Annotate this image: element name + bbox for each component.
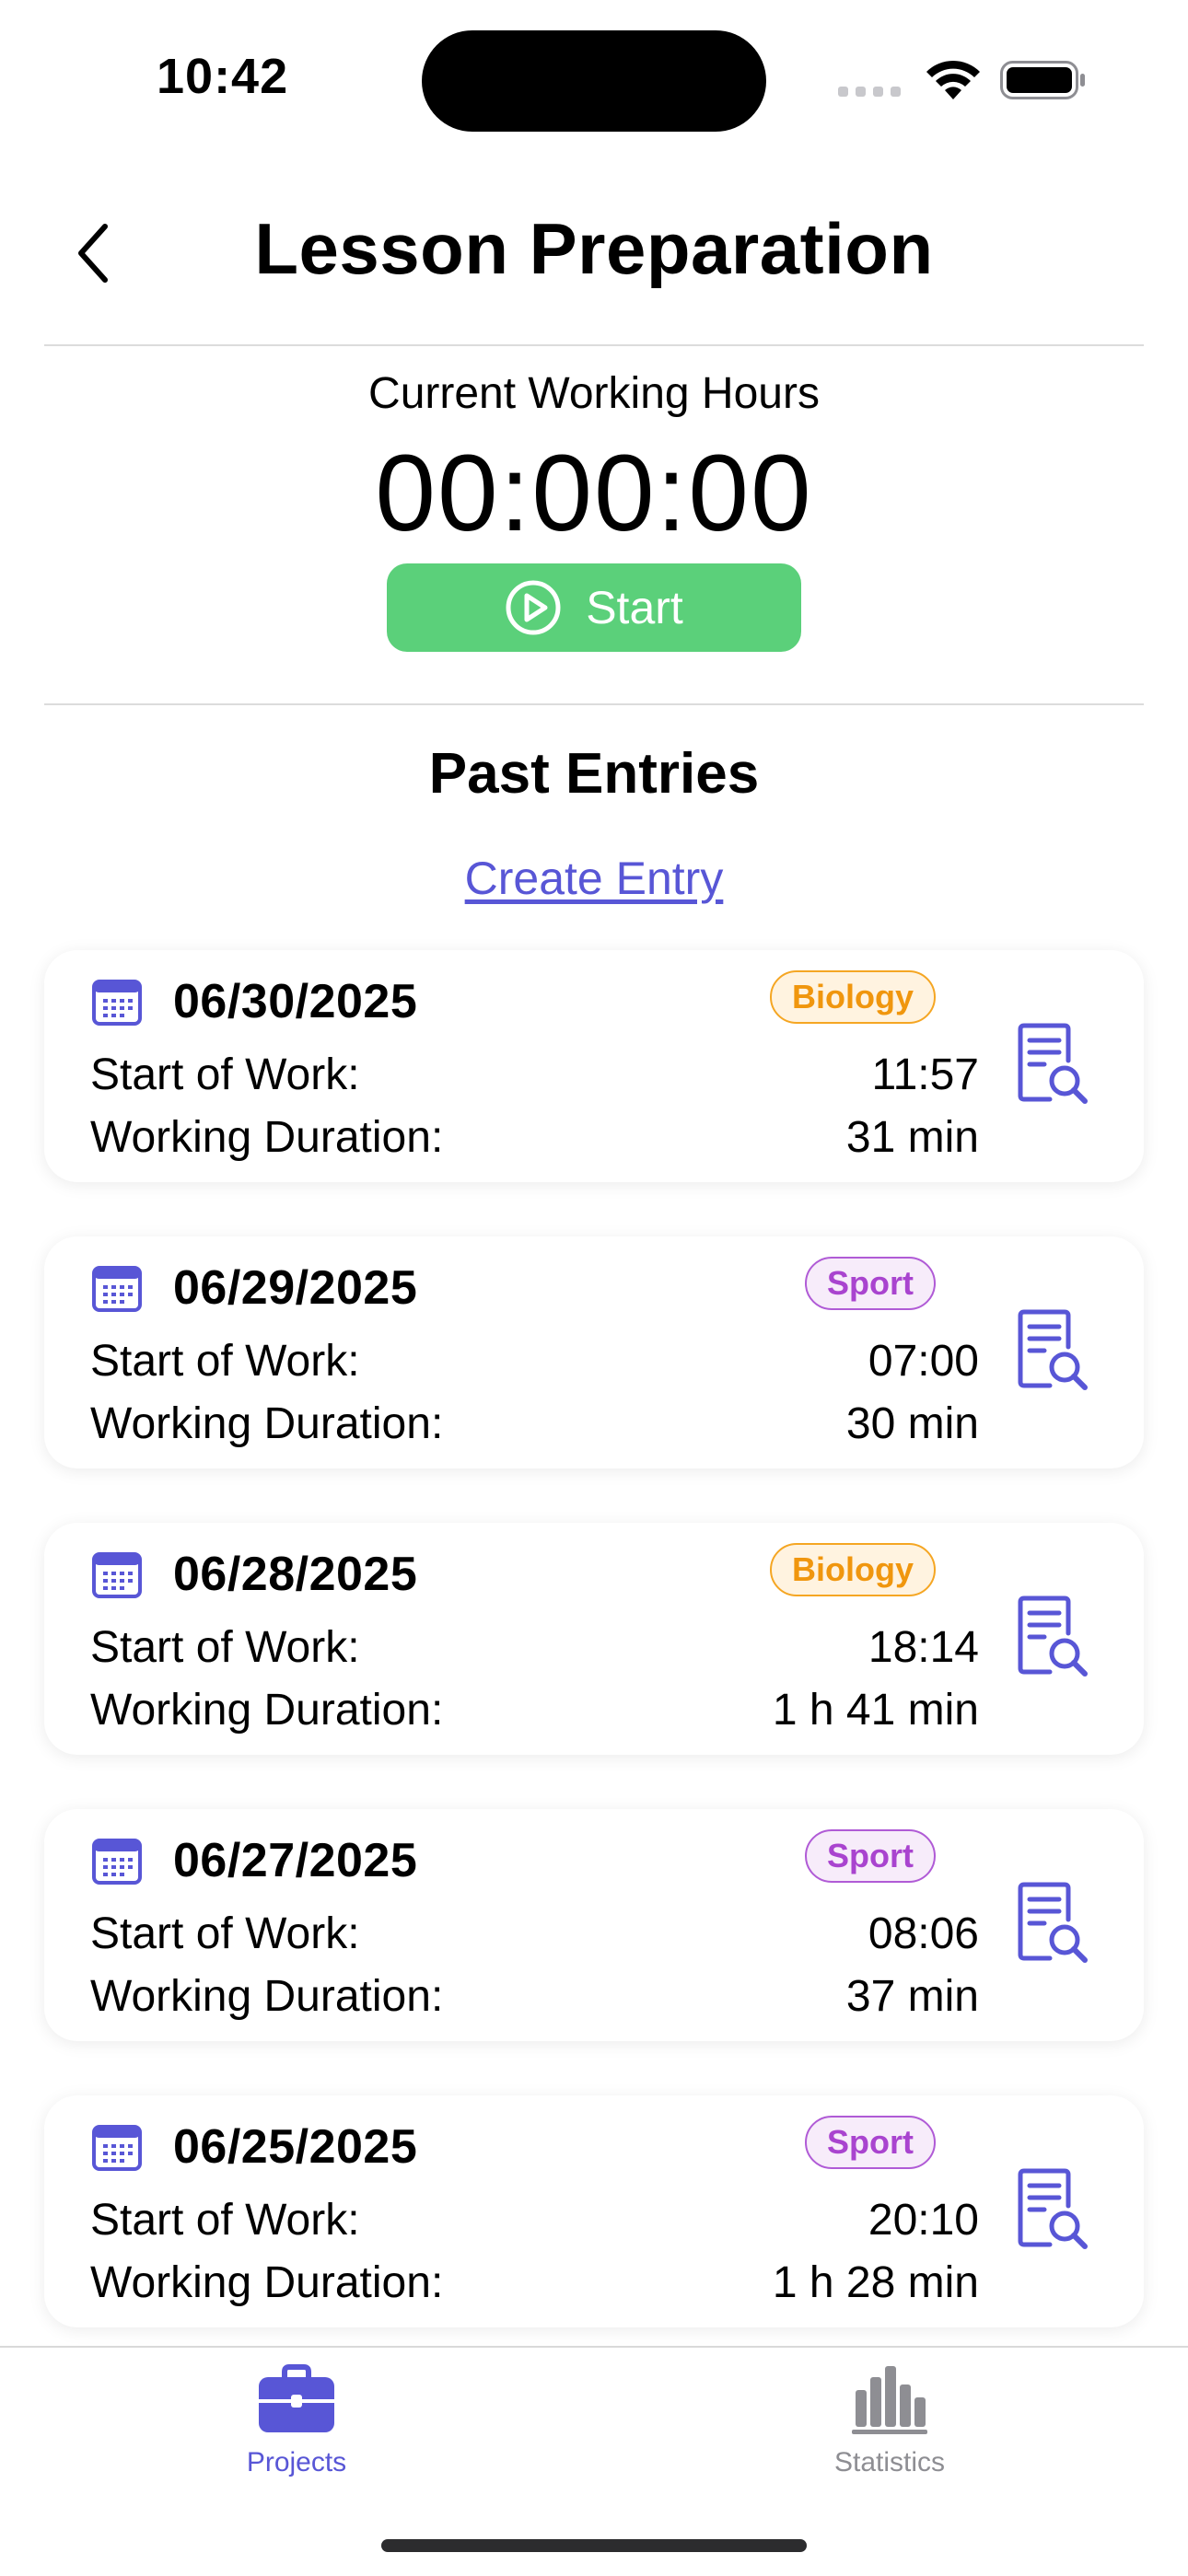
start-button-label: Start [586, 582, 683, 633]
entry-start-row: Start of Work: 08:06 [90, 1909, 979, 1959]
start-label: Start of Work: [90, 1337, 360, 1386]
document-search-icon[interactable] [1017, 1595, 1090, 1677]
calendar-icon [92, 2125, 142, 2171]
calendar-icon [92, 1266, 142, 1312]
entry-card[interactable]: 06/30/2025 Biology Start of Work: 11:57 … [44, 950, 1144, 1182]
entry-start-row: Start of Work: 11:57 [90, 1050, 979, 1100]
tab-statistics[interactable]: Statistics [751, 2364, 1028, 2478]
play-circle-icon [506, 580, 561, 635]
document-search-icon[interactable] [1017, 1308, 1090, 1391]
document-search-icon[interactable] [1017, 2167, 1090, 2250]
start-label: Start of Work: [90, 1623, 360, 1672]
entry-start-row: Start of Work: 18:14 [90, 1622, 979, 1673]
entry-card[interactable]: 06/27/2025 Sport Start of Work: 08:06 Wo… [44, 1809, 1144, 2041]
timer-divider [44, 703, 1144, 705]
entry-duration-row: Working Duration: 37 min [90, 1971, 979, 2022]
document-search-icon[interactable] [1017, 1022, 1090, 1105]
entry-tag-badge: Sport [805, 2116, 936, 2169]
entry-date: 06/25/2025 [173, 2120, 418, 2174]
entry-card[interactable]: 06/25/2025 Sport Start of Work: 20:10 Wo… [44, 2095, 1144, 2327]
status-indicators [838, 55, 1087, 101]
duration-value: 37 min [845, 1972, 979, 2021]
duration-value: 30 min [845, 1399, 979, 1448]
header-divider [44, 344, 1144, 346]
cellular-signal-icon [838, 87, 901, 97]
page-title: Lesson Preparation [254, 208, 934, 289]
status-time: 10:42 [157, 49, 289, 104]
duration-label: Working Duration: [90, 1113, 444, 1162]
bar-chart-icon [852, 2366, 927, 2434]
duration-value: 1 h 28 min [772, 2258, 979, 2307]
start-label: Start of Work: [90, 1050, 360, 1099]
entry-start-row: Start of Work: 20:10 [90, 2195, 979, 2245]
home-indicator [381, 2539, 807, 2552]
start-value: 11:57 [871, 1050, 979, 1099]
entry-tag-badge: Sport [805, 1257, 936, 1310]
entry-tag-badge: Sport [805, 1829, 936, 1883]
calendar-icon [92, 1839, 142, 1885]
duration-label: Working Duration: [90, 1972, 444, 2021]
duration-label: Working Duration: [90, 2258, 444, 2307]
briefcase-icon [259, 2364, 334, 2432]
start-value: 20:10 [868, 2196, 979, 2245]
entry-card[interactable]: 06/29/2025 Sport Start of Work: 07:00 Wo… [44, 1236, 1144, 1468]
entry-start-row: Start of Work: 07:00 [90, 1336, 979, 1387]
entry-date: 06/29/2025 [173, 1261, 418, 1315]
start-button[interactable]: Start [387, 563, 801, 652]
duration-value: 31 min [845, 1113, 979, 1162]
timer-label: Current Working Hours [368, 369, 820, 418]
calendar-icon [92, 980, 142, 1026]
battery-icon [1000, 61, 1085, 99]
tab-label: Projects [246, 2447, 347, 2477]
entry-date: 06/27/2025 [173, 1834, 418, 1887]
entry-tag-badge: Biology [770, 970, 936, 1024]
start-value: 18:14 [868, 1623, 979, 1672]
entry-card[interactable]: 06/28/2025 Biology Start of Work: 18:14 … [44, 1523, 1144, 1755]
tab-projects[interactable]: Projects [158, 2364, 435, 2478]
document-search-icon[interactable] [1017, 1881, 1090, 1964]
tab-label: Statistics [833, 2447, 946, 2477]
start-value: 07:00 [868, 1337, 979, 1386]
dynamic-island [422, 30, 766, 132]
entry-duration-row: Working Duration: 30 min [90, 1398, 979, 1449]
start-value: 08:06 [868, 1909, 979, 1958]
past-entries-title: Past Entries [428, 742, 760, 806]
timer-value: 00:00:00 [375, 433, 813, 554]
duration-label: Working Duration: [90, 1399, 444, 1448]
entry-date: 06/30/2025 [173, 975, 418, 1028]
entry-date: 06/28/2025 [173, 1548, 418, 1601]
status-bar: 10:42 [0, 0, 1188, 138]
wifi-icon [926, 60, 980, 99]
start-label: Start of Work: [90, 1909, 360, 1958]
entry-tag-badge: Biology [770, 1543, 936, 1596]
entry-duration-row: Working Duration: 1 h 41 min [90, 1685, 979, 1735]
calendar-icon [92, 1552, 142, 1598]
duration-value: 1 h 41 min [772, 1686, 979, 1735]
start-label: Start of Work: [90, 2196, 360, 2245]
entry-duration-row: Working Duration: 1 h 28 min [90, 2257, 979, 2308]
create-entry-link[interactable]: Create Entry [0, 852, 1188, 905]
entry-duration-row: Working Duration: 31 min [90, 1112, 979, 1163]
duration-label: Working Duration: [90, 1686, 444, 1735]
